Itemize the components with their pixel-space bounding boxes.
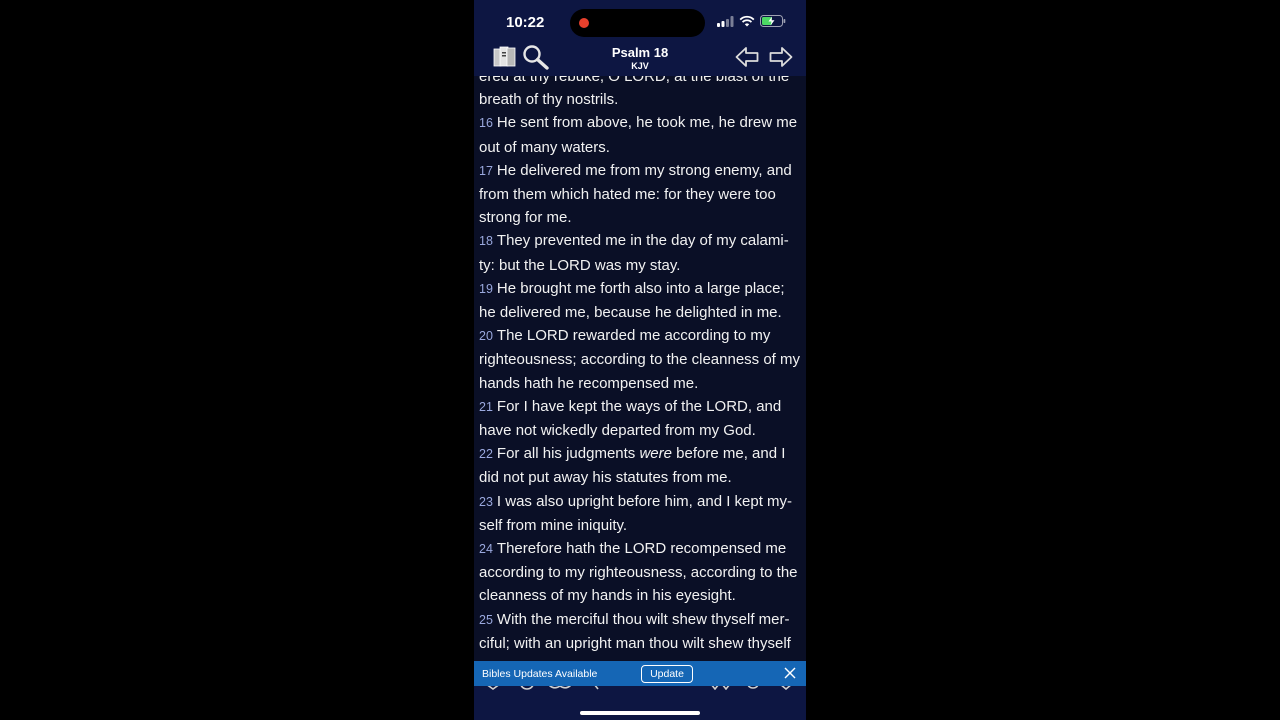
phone-screen: ered at thy rebuke, O LORD, at the blast… xyxy=(474,0,806,720)
verse[interactable]: 22 For all his judgments were before me, … xyxy=(479,442,803,489)
verse-text: For I have kept the ways of the LORD, an… xyxy=(479,397,782,440)
banner-message: Bibles Updates Available xyxy=(482,668,598,680)
verse[interactable]: 16 He sent from above, he took me, he dre… xyxy=(479,111,803,158)
verse-number[interactable]: 20 xyxy=(479,329,493,343)
verse-text: Therefore hath the LORD recompensed me a… xyxy=(479,540,798,605)
verse-number[interactable]: 17 xyxy=(479,164,493,178)
verse-number[interactable]: 22 xyxy=(479,447,493,461)
dynamic-island xyxy=(570,9,705,37)
verse-number[interactable]: 24 xyxy=(479,542,493,556)
verse-text: The LORD rewarded me according to my rig… xyxy=(479,327,801,392)
verse-number[interactable]: 25 xyxy=(479,613,493,627)
update-button[interactable]: Update xyxy=(641,665,693,683)
verse[interactable]: 25 With the merciful thou wilt shew thyse… xyxy=(479,608,803,660)
verse[interactable]: 21 For I have kept the ways of the LORD, … xyxy=(479,395,803,442)
wifi-icon xyxy=(739,15,755,27)
recording-indicator-icon xyxy=(579,18,589,28)
home-indicator[interactable] xyxy=(580,711,700,715)
status-icons xyxy=(717,15,786,27)
cellular-signal-icon xyxy=(717,15,734,27)
verse-text: He delivered me from my strong enemy, an… xyxy=(479,161,792,227)
verse[interactable]: 18 They prevented me in the day of my cal… xyxy=(479,229,803,276)
verse[interactable]: 23 I was also upright before him, and I k… xyxy=(479,490,803,537)
verse[interactable]: 20 The LORD rewarded me according to my r… xyxy=(479,324,803,395)
verse[interactable]: 19 He brought me forth also into a large … xyxy=(479,277,803,324)
verse-number[interactable]: 23 xyxy=(479,495,493,509)
verse-text: For all his judgments xyxy=(496,445,640,463)
scripture-content[interactable]: ered at thy rebuke, O LORD, at the blast… xyxy=(474,64,806,660)
app-header: 10:22 Psalm 18 KJV xyxy=(474,0,806,76)
verse-italic-text: were xyxy=(639,445,672,463)
verse-text: With the merciful thou wilt shew thyself… xyxy=(479,610,791,660)
verse-text: He brought me forth also into a large pl… xyxy=(479,279,785,322)
verse-text: They prevented me in the day of my calam… xyxy=(479,232,789,274)
verse-number[interactable]: 16 xyxy=(479,116,493,130)
verse-number[interactable]: 18 xyxy=(479,234,493,248)
verse[interactable]: 24 Therefore hath the LORD recompensed me… xyxy=(479,537,803,608)
verse-text: I was also upright before him, and I kep… xyxy=(479,492,793,534)
bottom-toolbar xyxy=(474,684,806,720)
verse[interactable]: 17 He delivered me from my strong enemy, … xyxy=(479,159,803,230)
arrow-right-icon[interactable] xyxy=(769,46,793,68)
verse-list: ered at thy rebuke, O LORD, at the blast… xyxy=(479,65,803,660)
battery-charging-icon xyxy=(760,15,786,27)
update-banner: Bibles Updates Available Update xyxy=(474,661,806,686)
verse-number[interactable]: 21 xyxy=(479,400,493,414)
status-time: 10:22 xyxy=(506,14,545,31)
verse-text: He sent from above, he took me, he drew … xyxy=(479,114,798,156)
close-icon[interactable] xyxy=(784,667,796,679)
arrow-left-icon[interactable] xyxy=(735,46,759,68)
verse-number[interactable]: 19 xyxy=(479,282,493,296)
